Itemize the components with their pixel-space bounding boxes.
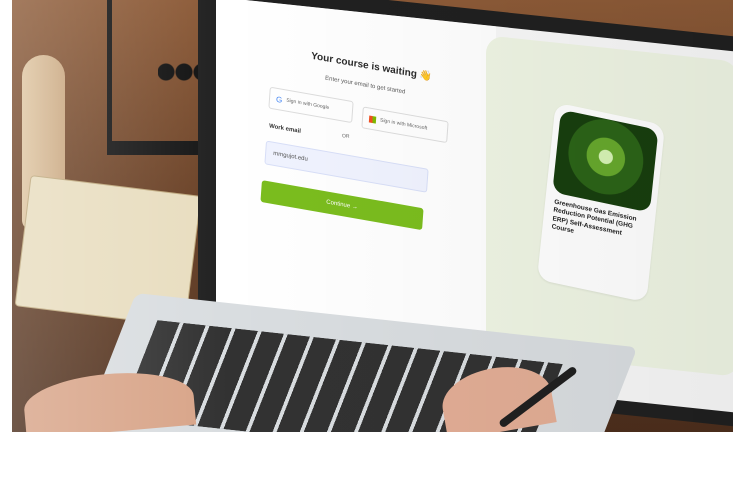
microsoft-sign-in-button[interactable]: Sign in with Microsoft [361,106,449,144]
microsoft-button-label: Sign in with Microsoft [379,117,428,132]
work-email-label: Work email [268,123,302,135]
forest-image [552,109,659,213]
or-divider: OR [342,133,350,140]
course-card: Greenhouse Gas Emission Reduction Potent… [536,102,666,303]
blank-footer [0,432,733,477]
google-button-label: Sign in with Google [286,97,330,112]
login-subtitle: Enter your email to get started [324,75,406,96]
microsoft-icon [368,115,377,124]
google-icon: G [275,94,283,105]
google-sign-in-button[interactable]: G Sign in with Google [268,86,354,124]
photo-scene: Your course is waiting 👋 Enter your emai… [12,0,733,432]
